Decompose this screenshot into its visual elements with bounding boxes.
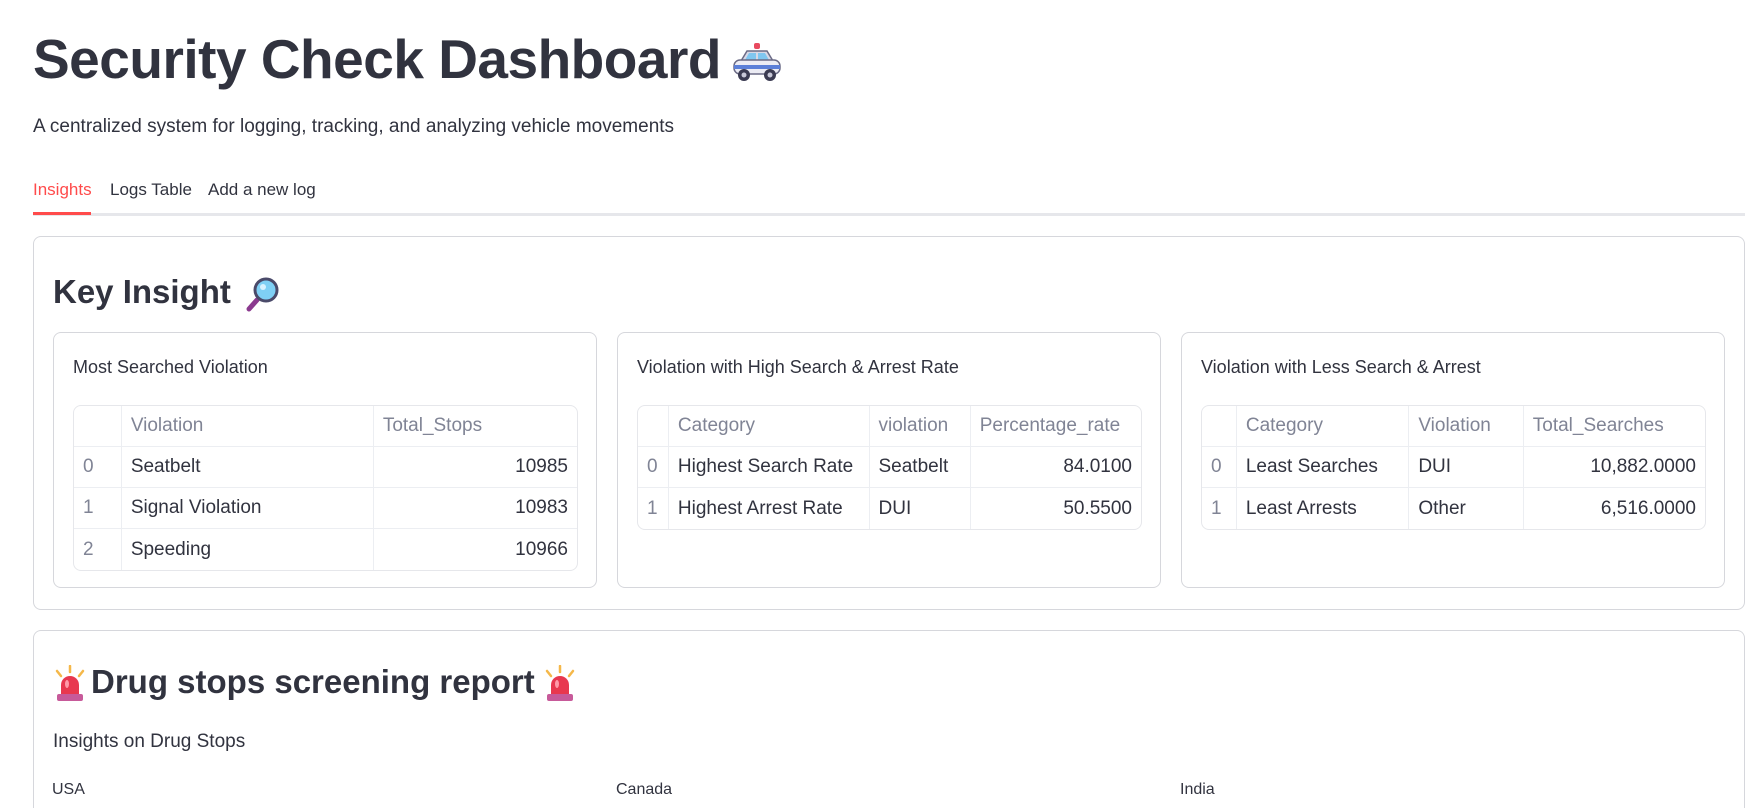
key-insight-heading: Key Insight bbox=[53, 270, 282, 314]
magnifying-glass-icon bbox=[244, 275, 282, 313]
row-index: 2 bbox=[74, 529, 122, 570]
less-search-card: Violation with Less Search & Arrest Cate… bbox=[1181, 332, 1725, 588]
country-label-canada: Canada bbox=[616, 781, 673, 798]
table-cell: 10966 bbox=[515, 538, 568, 560]
table-cell: 84.0100 bbox=[970, 447, 1141, 488]
drug-report-subtitle: Insights on Drug Stops bbox=[53, 731, 246, 752]
table-cell: Highest Search Rate bbox=[668, 447, 870, 488]
table-cell: Signal Violation bbox=[121, 488, 374, 529]
country-label-india: India bbox=[1180, 781, 1215, 798]
column-header[interactable]: Category bbox=[1236, 406, 1410, 447]
table-cell: 10,882.0000 bbox=[1523, 447, 1705, 488]
table-cell: DUI bbox=[1409, 447, 1524, 488]
most-searched-card: Most Searched Violation Violation Total_… bbox=[53, 332, 597, 588]
table-cell: DUI bbox=[870, 488, 971, 529]
column-header[interactable]: violation bbox=[869, 406, 971, 447]
table-row: 2 Speeding 10966 bbox=[74, 529, 577, 570]
tab-bar: Insights Logs Table Add a new log bbox=[33, 172, 1745, 216]
column-header[interactable]: Violation bbox=[121, 406, 374, 447]
page-title: Security Check Dashboard bbox=[33, 24, 783, 94]
table-cell: 50.5500 bbox=[1063, 497, 1132, 519]
page-subtitle: A centralized system for logging, tracki… bbox=[33, 116, 675, 137]
page: Security Check Dashboard A centralized s… bbox=[0, 0, 1757, 808]
row-index: 1 bbox=[74, 488, 122, 529]
table-cell: Highest Arrest Rate bbox=[669, 488, 870, 529]
table-row: 1 Highest Arrest Rate DUI 50.5500 bbox=[638, 488, 1141, 529]
table-cell: Seatbelt bbox=[869, 447, 971, 488]
tab-insights[interactable]: Insights bbox=[33, 178, 92, 202]
high-rate-table: Category violation Percentage_rate 0 Hig… bbox=[637, 405, 1142, 530]
police-car-icon bbox=[731, 41, 783, 85]
table-cell: Speeding bbox=[122, 529, 374, 570]
table-row: 0 Seatbelt 10985 bbox=[74, 447, 577, 488]
siren-icon bbox=[53, 665, 87, 703]
table-cell: Seatbelt bbox=[121, 447, 374, 488]
page-title-text: Security Check Dashboard bbox=[33, 28, 721, 90]
table-header-row: Category violation Percentage_rate bbox=[638, 406, 1141, 447]
high-rate-title: Violation with High Search & Arrest Rate bbox=[637, 357, 959, 377]
column-header[interactable]: Percentage_rate bbox=[970, 406, 1141, 447]
row-index: 0 bbox=[1202, 447, 1237, 488]
table-header-row: Category Violation Total_Searches bbox=[1202, 406, 1705, 447]
drug-report-card: Drug stops screening report Insights on … bbox=[33, 630, 1745, 808]
less-search-table: Category Violation Total_Searches 0 Leas… bbox=[1201, 405, 1706, 530]
column-header bbox=[638, 406, 669, 447]
table-cell: Other bbox=[1409, 488, 1524, 529]
drug-report-heading: Drug stops screening report bbox=[53, 660, 577, 704]
row-index: 1 bbox=[1202, 488, 1237, 529]
tab-logs-table[interactable]: Logs Table bbox=[110, 178, 192, 202]
country-label-usa: USA bbox=[52, 781, 85, 798]
table-header-row: Violation Total_Stops bbox=[74, 406, 577, 447]
table-row: 0 Least Searches DUI 10,882.0000 bbox=[1202, 447, 1705, 488]
row-index: 1 bbox=[638, 488, 669, 529]
column-header bbox=[74, 406, 122, 447]
column-header[interactable]: Category bbox=[668, 406, 870, 447]
key-insight-card: Key Insight Most Searched Violation Viol… bbox=[33, 236, 1745, 610]
table-cell: 10985 bbox=[373, 447, 577, 488]
column-header[interactable]: Total_Searches bbox=[1523, 406, 1705, 447]
most-searched-title: Most Searched Violation bbox=[73, 357, 268, 377]
tab-add-new-log[interactable]: Add a new log bbox=[208, 178, 316, 202]
key-insight-title: Key Insight bbox=[53, 273, 231, 310]
high-rate-card: Violation with High Search & Arrest Rate… bbox=[617, 332, 1161, 588]
table-cell: Least Searches bbox=[1236, 447, 1410, 488]
table-cell: 10983 bbox=[373, 488, 577, 529]
active-tab-indicator bbox=[33, 212, 91, 215]
table-row: 1 Signal Violation 10983 bbox=[74, 488, 577, 529]
drug-report-title: Drug stops screening report bbox=[91, 663, 535, 700]
siren-icon bbox=[543, 665, 577, 703]
column-header bbox=[1202, 406, 1237, 447]
table-row: 0 Highest Search Rate Seatbelt 84.0100 bbox=[638, 447, 1141, 488]
column-header[interactable]: Violation bbox=[1409, 406, 1524, 447]
table-cell: 6,516.0000 bbox=[1600, 497, 1696, 519]
most-searched-table: Violation Total_Stops 0 Seatbelt 10985 1… bbox=[73, 405, 578, 571]
table-row: 1 Least Arrests Other 6,516.0000 bbox=[1202, 488, 1705, 529]
column-header[interactable]: Total_Stops bbox=[373, 406, 577, 447]
table-cell: Least Arrests bbox=[1237, 488, 1410, 529]
row-index: 0 bbox=[638, 447, 669, 488]
less-search-title: Violation with Less Search & Arrest bbox=[1201, 357, 1481, 377]
row-index: 0 bbox=[74, 447, 122, 488]
